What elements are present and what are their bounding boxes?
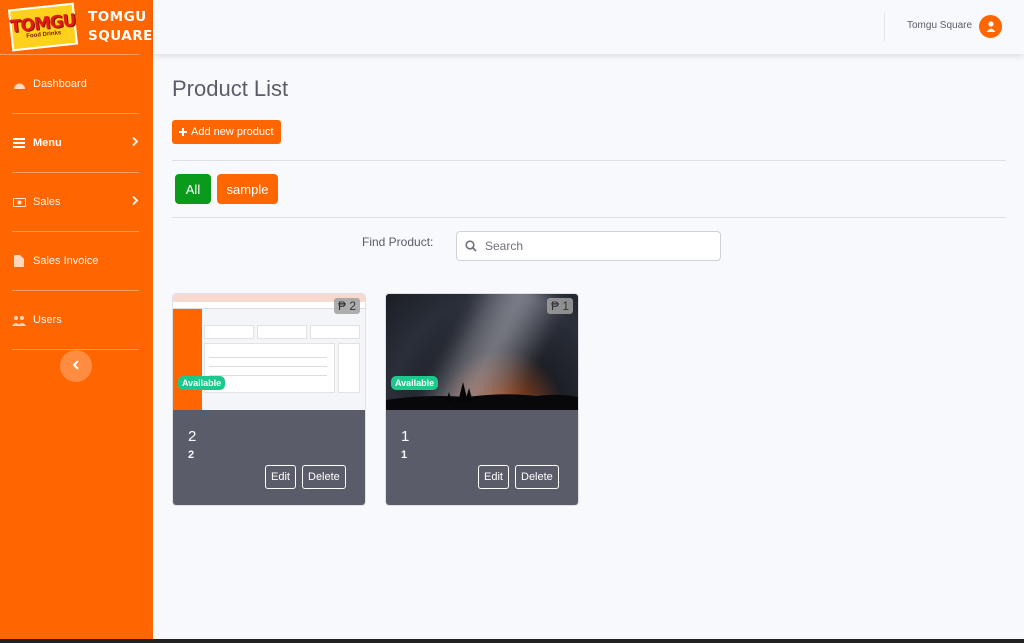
search-box[interactable] bbox=[456, 231, 721, 261]
plus-icon bbox=[179, 128, 187, 136]
product-card[interactable]: ₱ 1 Available 1 1 Edit Delete bbox=[385, 293, 579, 506]
list-icon bbox=[12, 136, 26, 150]
sidebar-item-label: Users bbox=[33, 314, 62, 326]
brand-name: TOMGU SQUARE bbox=[88, 8, 153, 46]
filter-all-button[interactable]: All bbox=[175, 174, 211, 204]
delete-button[interactable]: Delete bbox=[515, 465, 559, 489]
sidebar-item-label: Menu bbox=[33, 137, 62, 149]
topbar: Tomgu Square bbox=[153, 0, 1024, 54]
taskbar-strip bbox=[0, 639, 1024, 643]
sidebar-item-menu[interactable]: Menu bbox=[12, 114, 139, 173]
users-icon bbox=[12, 313, 26, 327]
money-icon bbox=[12, 195, 26, 209]
status-badge: Available bbox=[391, 376, 439, 390]
sidebar-item-dashboard[interactable]: Dashboard bbox=[12, 55, 139, 114]
status-badge: Available bbox=[178, 376, 226, 390]
edit-button[interactable]: Edit bbox=[265, 465, 296, 489]
add-new-product-label: Add new product bbox=[191, 126, 274, 138]
brand[interactable]: TOMGU Food Drinks TOMGU SQUARE bbox=[0, 0, 152, 55]
filter-sample-button[interactable]: sample bbox=[217, 174, 278, 204]
product-image: ₱ 1 Available bbox=[386, 294, 578, 410]
brand-logo: TOMGU Food Drinks bbox=[7, 2, 79, 52]
product-name: 1 bbox=[401, 428, 410, 445]
chevron-right-icon bbox=[132, 136, 139, 150]
product-name: 2 bbox=[188, 428, 197, 445]
search-icon bbox=[465, 240, 477, 252]
user-avatar[interactable] bbox=[979, 15, 1002, 38]
brand-name-line2: SQUARE bbox=[88, 28, 153, 44]
user-name[interactable]: Tomgu Square bbox=[907, 20, 972, 31]
chevron-left-icon bbox=[72, 357, 80, 375]
dashboard-icon bbox=[12, 77, 26, 91]
divider bbox=[172, 217, 1006, 218]
product-description: 1 bbox=[401, 449, 408, 461]
sidebar-toggle-button[interactable] bbox=[60, 350, 92, 382]
topbar-divider bbox=[884, 12, 885, 42]
sidebar: TOMGU Food Drinks TOMGU SQUARE Dashboard… bbox=[0, 0, 153, 643]
sidebar-item-users[interactable]: Users bbox=[12, 291, 139, 350]
edit-button[interactable]: Edit bbox=[478, 465, 509, 489]
find-product-label: Find Product: bbox=[362, 235, 434, 249]
product-image: ₱ 2 Available bbox=[173, 294, 365, 410]
user-icon bbox=[986, 21, 995, 32]
add-new-product-button[interactable]: Add new product bbox=[172, 120, 281, 144]
delete-button[interactable]: Delete bbox=[302, 465, 346, 489]
price-badge: ₱ 2 bbox=[333, 298, 360, 314]
sidebar-item-label: Sales bbox=[33, 196, 61, 208]
product-card[interactable]: ₱ 2 Available 2 2 Edit Delete bbox=[172, 293, 366, 506]
sidebar-item-sales-invoice[interactable]: Sales Invoice bbox=[12, 232, 139, 291]
search-input[interactable] bbox=[485, 239, 705, 253]
page-title: Product List bbox=[172, 76, 289, 101]
product-description: 2 bbox=[188, 449, 195, 461]
file-icon bbox=[12, 254, 26, 268]
price-badge: ₱ 1 bbox=[546, 298, 573, 314]
product-card-body: 1 1 Edit Delete bbox=[386, 410, 578, 505]
divider bbox=[172, 160, 1006, 161]
sidebar-item-label: Dashboard bbox=[33, 78, 87, 90]
sidebar-item-label: Sales Invoice bbox=[33, 255, 99, 267]
product-card-body: 2 2 Edit Delete bbox=[173, 410, 365, 505]
brand-name-line1: TOMGU bbox=[88, 9, 147, 25]
chevron-right-icon bbox=[132, 195, 139, 209]
sidebar-item-sales[interactable]: Sales bbox=[12, 173, 139, 232]
